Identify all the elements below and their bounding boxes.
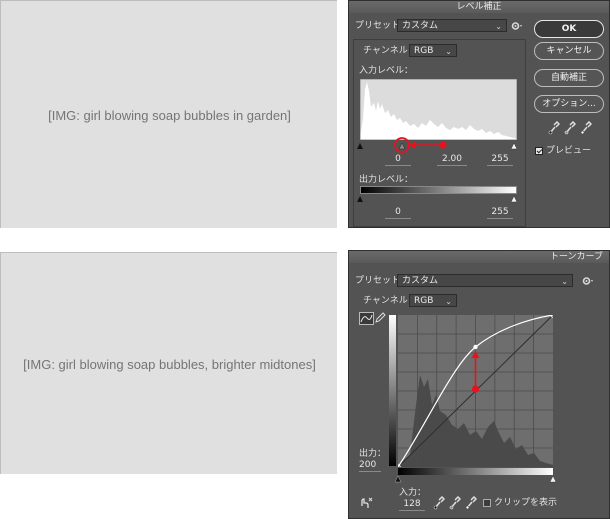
curve-point-tool[interactable] [359,312,374,325]
levels-dialog: レベル補正 プリセット： カスタム ⌄ チャンネル： RGB ⌄ 入力レベル： 0 … [348,0,610,228]
show-clipping-label: クリップを表示 [494,498,558,508]
gear-icon[interactable] [511,21,523,31]
input-black-field[interactable]: 0 [385,154,411,166]
eyedropper-gray-icon[interactable] [449,496,461,510]
options-button[interactable]: オプション... [534,95,604,113]
channel-select[interactable]: RGB ⌄ [409,294,457,307]
eyedropper-white-icon[interactable] [465,496,477,510]
output-white-field[interactable]: 255 [487,207,513,219]
preset-select[interactable]: カスタム ⌄ [397,19,507,32]
cancel-button[interactable]: キャンセル [534,42,604,60]
levels-histogram [360,79,517,140]
input-levels-label: 入力レベル： [359,66,414,76]
input-label: 入力： [399,488,427,498]
output-levels-label: 出力レベル： [359,175,414,185]
output-value-field[interactable]: 200 [359,460,381,472]
curve-graph[interactable] [398,315,553,467]
red-annotation-arrow [394,137,447,153]
preset-select[interactable]: カスタム ⌄ [397,274,573,287]
output-black-field[interactable]: 0 [385,207,411,219]
chevron-down-icon: ⌄ [495,22,502,31]
channel-select[interactable]: RGB ⌄ [409,44,457,57]
chevron-down-icon: ⌄ [561,277,568,286]
levels-title: レベル補正 [349,1,609,13]
photo-curves-result: [IMG: girl blowing soap bubbles, brighte… [0,252,337,474]
chevron-down-icon: ⌄ [445,47,452,56]
curves-dialog: トーンカーブ プリセット： カスタム ⌄ チャンネル： RGB ⌄ 出力： 20… [348,250,610,519]
output-gradient-bar [360,186,517,194]
input-gradient-bar [398,468,553,475]
target-adjust-icon[interactable] [359,497,373,509]
photo-levels-result: [IMG: girl blowing soap bubbles in garde… [0,0,337,228]
output-label: 出力： [359,449,387,459]
eyedropper-gray-icon[interactable] [564,121,576,135]
auto-button[interactable]: 自動補正 [534,69,604,87]
eyedropper-white-icon[interactable] [580,121,592,135]
input-white-field[interactable]: 255 [487,154,513,166]
eyedropper-black-icon[interactable] [548,121,560,135]
gear-icon[interactable] [582,276,594,286]
input-slider-track[interactable] [395,475,557,483]
input-gamma-field[interactable]: 2.00 [437,154,467,166]
show-clipping-checkbox[interactable] [483,499,491,507]
ok-button[interactable]: OK [534,20,604,38]
curve-point-icon [360,314,373,323]
preview-label: プレビュー [546,146,592,156]
eyedropper-black-icon[interactable] [433,496,445,510]
preview-checkbox[interactable] [535,147,543,155]
chevron-down-icon: ⌄ [445,297,452,306]
curves-title: トーンカーブ [349,251,609,263]
output-slider-track[interactable] [357,194,521,204]
input-value-field[interactable]: 128 [399,499,425,511]
output-gradient-bar [389,315,396,466]
pencil-icon[interactable] [375,312,386,323]
